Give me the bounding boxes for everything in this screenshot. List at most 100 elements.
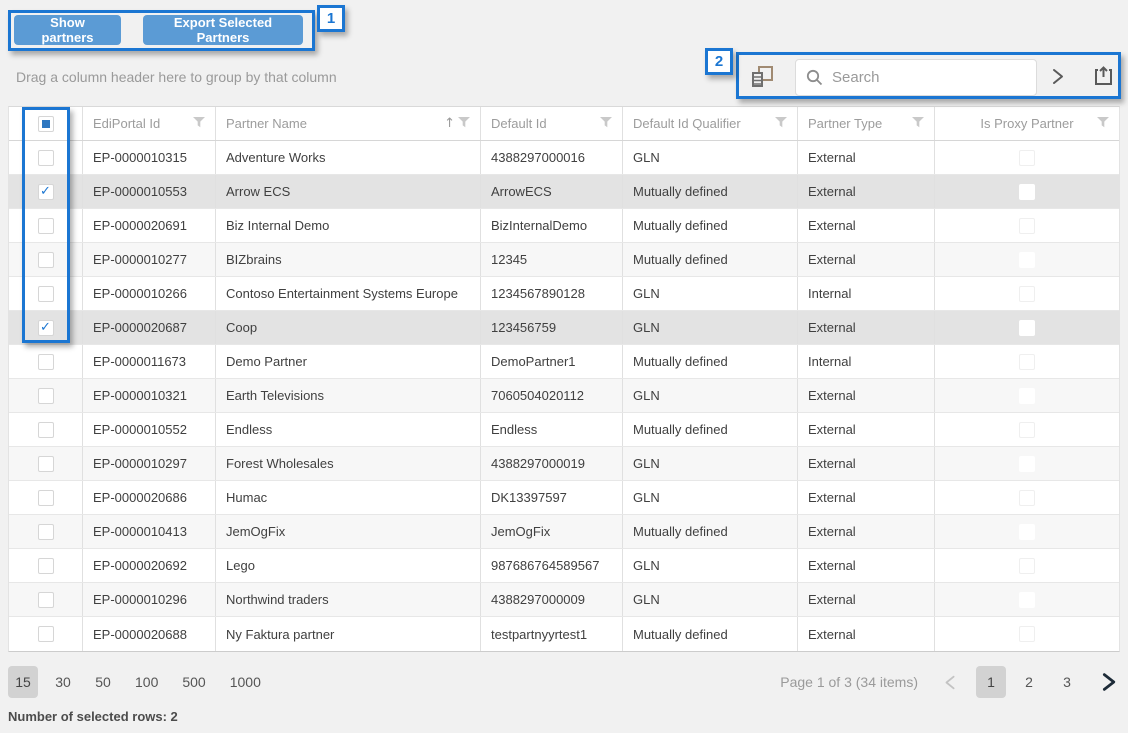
cell-is-proxy-partner bbox=[935, 549, 1119, 582]
cell-ediportal-id: EP-0000011673 bbox=[83, 345, 216, 378]
filter-icon[interactable] bbox=[775, 116, 787, 131]
page-size-30[interactable]: 30 bbox=[48, 666, 78, 698]
cell-select bbox=[9, 277, 83, 310]
partners-grid-page: 1 2 Show partners Export Selected Partne… bbox=[0, 0, 1128, 733]
page-button-2[interactable]: 2 bbox=[1014, 666, 1044, 698]
cell-partner-type: External bbox=[798, 141, 935, 174]
is-proxy-partner-checkbox bbox=[1019, 388, 1035, 404]
table-row[interactable]: EP-0000010277BIZbrains12345Mutually defi… bbox=[9, 243, 1119, 277]
page-size-500[interactable]: 500 bbox=[175, 666, 212, 698]
row-select-checkbox[interactable] bbox=[38, 286, 54, 302]
cell-select bbox=[9, 209, 83, 242]
is-proxy-partner-checkbox bbox=[1019, 218, 1035, 234]
callout-1-badge: 1 bbox=[317, 5, 345, 32]
is-proxy-partner-checkbox bbox=[1019, 184, 1035, 200]
column-header-label: Partner Name bbox=[226, 116, 307, 131]
column-header-type[interactable]: Partner Type bbox=[798, 107, 935, 140]
row-select-checkbox[interactable] bbox=[38, 388, 54, 404]
select-all-checkbox[interactable] bbox=[38, 116, 54, 132]
table-row[interactable]: EP-0000020686HumacDK13397597GLNExternal bbox=[9, 481, 1119, 515]
page-button-1[interactable]: 1 bbox=[976, 666, 1006, 698]
column-header-qual[interactable]: Default Id Qualifier bbox=[623, 107, 798, 140]
filter-icon[interactable] bbox=[912, 116, 924, 131]
cell-partner-name: Biz Internal Demo bbox=[216, 209, 481, 242]
table-row[interactable]: EP-0000020687Coop123456759GLNExternal bbox=[9, 311, 1119, 345]
select-all-header-cell[interactable] bbox=[9, 107, 83, 140]
cell-default-id: 987686764589567 bbox=[481, 549, 623, 582]
row-select-checkbox[interactable] bbox=[38, 456, 54, 472]
cell-partner-name: Northwind traders bbox=[216, 583, 481, 616]
cell-ediportal-id: EP-0000010297 bbox=[83, 447, 216, 480]
cell-select bbox=[9, 447, 83, 480]
cell-select bbox=[9, 379, 83, 412]
show-partners-button[interactable]: Show partners bbox=[14, 15, 121, 45]
previous-page-icon[interactable] bbox=[938, 666, 962, 698]
filter-icon[interactable] bbox=[193, 116, 205, 131]
export-grid-icon[interactable] bbox=[1092, 65, 1115, 93]
cell-select bbox=[9, 583, 83, 616]
cell-partner-name: Demo Partner bbox=[216, 345, 481, 378]
page-size-15[interactable]: 15 bbox=[8, 666, 38, 698]
table-row[interactable]: EP-0000010552EndlessEndlessMutually defi… bbox=[9, 413, 1119, 447]
filter-icon[interactable] bbox=[600, 116, 612, 131]
row-select-checkbox[interactable] bbox=[38, 524, 54, 540]
table-row[interactable]: EP-0000011673Demo PartnerDemoPartner1Mut… bbox=[9, 345, 1119, 379]
cell-select bbox=[9, 481, 83, 514]
row-select-checkbox[interactable] bbox=[38, 184, 54, 200]
row-select-checkbox[interactable] bbox=[38, 490, 54, 506]
table-row[interactable]: EP-0000010266Contoso Entertainment Syste… bbox=[9, 277, 1119, 311]
row-select-checkbox[interactable] bbox=[38, 150, 54, 166]
search-input[interactable] bbox=[832, 69, 1031, 86]
pager-navigation: Page 1 of 3 (34 items) 123 bbox=[780, 666, 1120, 698]
column-header-id[interactable]: EdiPortal Id bbox=[83, 107, 216, 140]
is-proxy-partner-checkbox bbox=[1019, 354, 1035, 370]
cell-default-id-qualifier: GLN bbox=[623, 583, 798, 616]
table-row[interactable]: EP-0000010413JemOgFixJemOgFixMutually de… bbox=[9, 515, 1119, 549]
is-proxy-partner-checkbox bbox=[1019, 456, 1035, 472]
next-page-icon[interactable] bbox=[1096, 666, 1120, 698]
page-size-100[interactable]: 100 bbox=[128, 666, 165, 698]
search-box[interactable] bbox=[795, 59, 1037, 96]
page-button-3[interactable]: 3 bbox=[1052, 666, 1082, 698]
filter-icon[interactable] bbox=[1097, 116, 1109, 131]
cell-select bbox=[9, 311, 83, 344]
cell-select bbox=[9, 413, 83, 446]
table-row[interactable]: EP-0000020688Ny Faktura partnertestpartn… bbox=[9, 617, 1119, 651]
row-select-checkbox[interactable] bbox=[38, 626, 54, 642]
cell-ediportal-id: EP-0000010321 bbox=[83, 379, 216, 412]
table-row[interactable]: EP-0000020692Lego987686764589567GLNExter… bbox=[9, 549, 1119, 583]
page-size-1000[interactable]: 1000 bbox=[223, 666, 268, 698]
row-select-checkbox[interactable] bbox=[38, 558, 54, 574]
cell-default-id: JemOgFix bbox=[481, 515, 623, 548]
is-proxy-partner-checkbox bbox=[1019, 592, 1035, 608]
table-row[interactable]: EP-0000010296Northwind traders4388297000… bbox=[9, 583, 1119, 617]
cell-select bbox=[9, 175, 83, 208]
export-selected-partners-button[interactable]: Export Selected Partners bbox=[143, 15, 303, 45]
filter-icon[interactable] bbox=[458, 116, 470, 131]
is-proxy-partner-checkbox bbox=[1019, 286, 1035, 302]
page-info-text: Page 1 of 3 (34 items) bbox=[780, 674, 918, 690]
row-select-checkbox[interactable] bbox=[38, 354, 54, 370]
page-size-50[interactable]: 50 bbox=[88, 666, 118, 698]
expand-search-panel-icon[interactable] bbox=[1048, 67, 1067, 91]
table-row[interactable]: EP-0000010321Earth Televisions7060504020… bbox=[9, 379, 1119, 413]
table-row[interactable]: EP-0000010297Forest Wholesales4388297000… bbox=[9, 447, 1119, 481]
table-row[interactable]: EP-0000010315Adventure Works438829700001… bbox=[9, 141, 1119, 175]
cell-default-id: 123456759 bbox=[481, 311, 623, 344]
table-row[interactable]: EP-0000010553Arrow ECSArrowECSMutually d… bbox=[9, 175, 1119, 209]
row-select-checkbox[interactable] bbox=[38, 252, 54, 268]
column-chooser-icon[interactable] bbox=[749, 63, 776, 95]
column-header-defid[interactable]: Default Id bbox=[481, 107, 623, 140]
cell-is-proxy-partner bbox=[935, 447, 1119, 480]
table-row[interactable]: EP-0000020691Biz Internal DemoBizInterna… bbox=[9, 209, 1119, 243]
cell-ediportal-id: EP-0000010413 bbox=[83, 515, 216, 548]
cell-is-proxy-partner bbox=[935, 243, 1119, 276]
cell-partner-type: External bbox=[798, 515, 935, 548]
row-select-checkbox[interactable] bbox=[38, 218, 54, 234]
row-select-checkbox[interactable] bbox=[38, 592, 54, 608]
row-select-checkbox[interactable] bbox=[38, 320, 54, 336]
column-header-name[interactable]: Partner Name↑ bbox=[216, 107, 481, 140]
column-header-proxy[interactable]: Is Proxy Partner bbox=[935, 107, 1119, 140]
row-select-checkbox[interactable] bbox=[38, 422, 54, 438]
cell-is-proxy-partner bbox=[935, 277, 1119, 310]
